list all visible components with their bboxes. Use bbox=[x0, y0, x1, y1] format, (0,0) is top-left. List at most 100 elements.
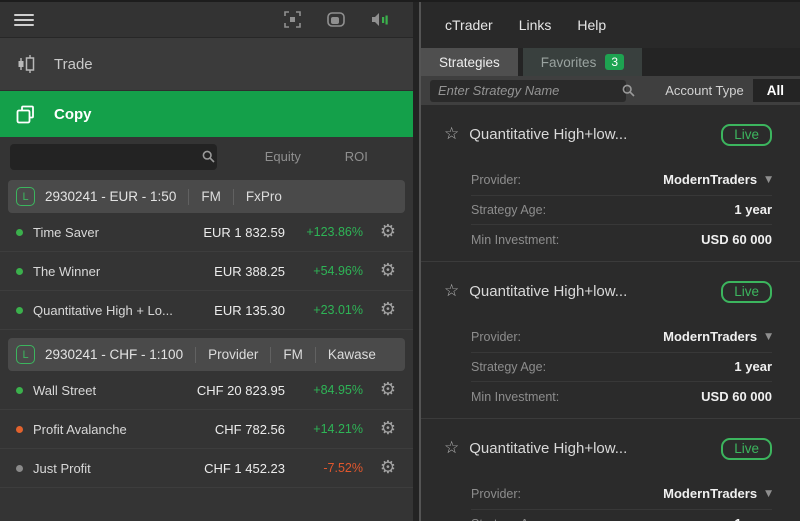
strategy-row[interactable]: Time Saver EUR 1 832.59 +123.86% ⚙ bbox=[0, 213, 413, 252]
account-group-header[interactable]: L 2930241 - CHF - 1:100 Provider FM Kawa… bbox=[8, 338, 405, 371]
age-value: 1 year bbox=[734, 202, 772, 218]
strategy-roi: +23.01% bbox=[313, 303, 363, 317]
strategy-roi: -7.52% bbox=[323, 461, 363, 475]
strategy-tabs: Strategies Favorites 3 bbox=[421, 48, 800, 76]
favorite-star-icon[interactable]: ☆ bbox=[444, 126, 459, 143]
account-type-select[interactable]: All bbox=[752, 79, 800, 102]
strategy-age-row: Strategy Age: 1 year bbox=[471, 508, 772, 521]
strategy-row[interactable]: Just Profit CHF 1 452.23 -7.52% ⚙ bbox=[0, 449, 413, 488]
account-tag: FM bbox=[270, 346, 315, 363]
tab-label: Favorites bbox=[540, 54, 597, 70]
account-title: 2930241 - CHF - 1:100 bbox=[45, 347, 184, 362]
strategy-search-input[interactable] bbox=[430, 79, 622, 102]
menu-ctrader[interactable]: cTrader bbox=[445, 17, 493, 33]
account-search-input[interactable] bbox=[10, 143, 202, 170]
status-dot bbox=[16, 306, 23, 314]
strategy-row[interactable]: Quantitative High + Lo... EUR 135.30 +23… bbox=[0, 291, 413, 330]
strategy-row[interactable]: The Winner EUR 388.25 +54.96% ⚙ bbox=[0, 252, 413, 291]
account-group-header[interactable]: L 2930241 - EUR - 1:50 FM FxPro bbox=[8, 180, 405, 213]
account-tag: FM bbox=[188, 188, 233, 205]
min-investment-row: Min Investment: USD 60 000 bbox=[471, 381, 772, 411]
tab-favorites[interactable]: Favorites 3 bbox=[522, 48, 643, 76]
account-tag: Provider bbox=[195, 346, 270, 363]
chevron-down-icon[interactable]: ▼ bbox=[765, 332, 772, 342]
age-value: 1 year bbox=[734, 359, 772, 375]
provider-row: Provider: ModernTraders ▼ bbox=[471, 172, 772, 188]
gear-icon[interactable]: ⚙ bbox=[373, 301, 403, 319]
favorites-count-badge: 3 bbox=[605, 54, 625, 70]
min-investment-row: Min Investment: USD 60 000 bbox=[471, 224, 772, 254]
live-status-badge: Live bbox=[721, 437, 772, 460]
strategy-title: Quantitative High+low... bbox=[469, 440, 628, 458]
provider-row: Provider: ModernTraders ▼ bbox=[471, 486, 772, 502]
strategy-roi: +14.21% bbox=[313, 422, 363, 436]
strategy-search bbox=[430, 79, 635, 102]
menu-links[interactable]: Links bbox=[519, 17, 552, 33]
strategy-roi: +84.95% bbox=[313, 383, 363, 397]
gear-icon[interactable]: ⚙ bbox=[373, 420, 403, 438]
strategy-name: Quantitative High + Lo... bbox=[33, 302, 173, 318]
provider-value: ModernTraders bbox=[663, 486, 758, 502]
strategy-age-row: Strategy Age: 1 year bbox=[471, 194, 772, 225]
sidebar-item-label: Trade bbox=[54, 55, 93, 73]
strategy-card[interactable]: ☆ Quantitative High+low... Live Provider… bbox=[421, 105, 800, 262]
accounts-panel: Trade Copy Equity ROI L 2930241 - EUR - … bbox=[0, 2, 413, 521]
strategy-title: Quantitative High+low... bbox=[469, 126, 628, 144]
column-header-equity[interactable]: Equity bbox=[217, 149, 311, 164]
search-icon bbox=[202, 150, 215, 163]
provider-row: Provider: ModernTraders ▼ bbox=[471, 329, 772, 345]
strategy-row[interactable]: Wall Street CHF 20 823.95 +84.95% ⚙ bbox=[0, 371, 413, 410]
gear-icon[interactable]: ⚙ bbox=[373, 223, 403, 241]
favorite-star-icon[interactable]: ☆ bbox=[444, 440, 459, 457]
copy-icon bbox=[16, 105, 42, 124]
strategy-name: Profit Avalanche bbox=[33, 421, 127, 437]
provider-value: ModernTraders bbox=[663, 329, 758, 345]
strategy-cards-list: ☆ Quantitative High+low... Live Provider… bbox=[421, 105, 800, 521]
speaker-icon[interactable] bbox=[371, 12, 391, 27]
account-tag: FxPro bbox=[232, 188, 294, 205]
strategy-equity: CHF 1 452.23 bbox=[204, 460, 285, 476]
sidebar-item-copy[interactable]: Copy bbox=[0, 91, 413, 137]
app-menubar: cTrader Links Help bbox=[421, 2, 800, 48]
strategy-equity: CHF 20 823.95 bbox=[196, 382, 285, 398]
sidebar-item-label: Copy bbox=[54, 105, 92, 123]
fullscreen-icon[interactable] bbox=[284, 11, 301, 28]
tab-strategies[interactable]: Strategies bbox=[421, 48, 518, 76]
search-icon bbox=[622, 84, 635, 97]
accounts-search-row: Equity ROI bbox=[0, 137, 413, 176]
tab-label: Strategies bbox=[439, 54, 500, 70]
strategy-name: Wall Street bbox=[33, 382, 97, 398]
strategy-row[interactable]: Profit Avalanche CHF 782.56 +14.21% ⚙ bbox=[0, 410, 413, 449]
account-tag: Kawase bbox=[314, 346, 388, 363]
strategy-name: Just Profit bbox=[33, 460, 91, 476]
strategy-equity: EUR 388.25 bbox=[214, 263, 285, 279]
strategy-card[interactable]: ☆ Quantitative High+low... Live Provider… bbox=[421, 262, 800, 419]
windows-icon[interactable] bbox=[327, 12, 345, 27]
chevron-down-icon[interactable]: ▼ bbox=[765, 489, 772, 499]
gear-icon[interactable]: ⚙ bbox=[373, 459, 403, 477]
hamburger-menu-icon[interactable] bbox=[14, 11, 34, 29]
strategy-name: Time Saver bbox=[33, 224, 99, 240]
menu-help[interactable]: Help bbox=[577, 17, 606, 33]
chevron-down-icon[interactable]: ▼ bbox=[765, 175, 772, 185]
sidebar-item-trade[interactable]: Trade bbox=[0, 38, 413, 91]
live-account-badge: L bbox=[16, 187, 35, 206]
gear-icon[interactable]: ⚙ bbox=[373, 381, 403, 399]
status-dot bbox=[16, 425, 23, 433]
favorite-star-icon[interactable]: ☆ bbox=[444, 283, 459, 300]
strategy-roi: +54.96% bbox=[313, 264, 363, 278]
strategy-equity: EUR 135.30 bbox=[214, 302, 285, 318]
min-investment-value: USD 60 000 bbox=[701, 232, 772, 248]
account-search bbox=[10, 143, 217, 170]
status-dot bbox=[16, 386, 23, 394]
strategies-panel: cTrader Links Help Strategies Favorites … bbox=[421, 2, 800, 521]
strategy-age-row: Strategy Age: 1 year bbox=[471, 351, 772, 382]
candlestick-icon bbox=[16, 54, 42, 74]
status-dot bbox=[16, 267, 23, 275]
panel-splitter[interactable] bbox=[413, 2, 421, 521]
gear-icon[interactable]: ⚙ bbox=[373, 262, 403, 280]
accounts-list: Equity ROI L 2930241 - EUR - 1:50 FM FxP… bbox=[0, 137, 413, 521]
strategy-roi: +123.86% bbox=[306, 225, 363, 239]
column-header-roi[interactable]: ROI bbox=[311, 149, 378, 164]
strategy-card[interactable]: ☆ Quantitative High+low... Live Provider… bbox=[421, 419, 800, 521]
